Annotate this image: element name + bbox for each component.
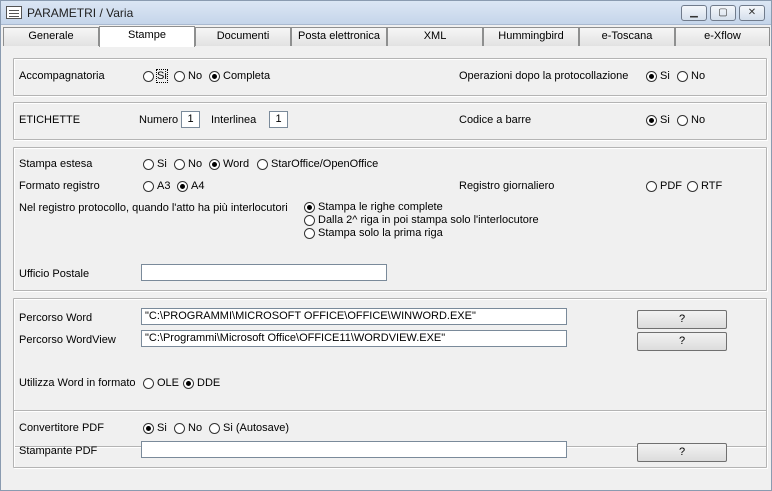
tab-xml[interactable]: XML [387, 27, 483, 46]
percorso-word-field[interactable]: "C:\PROGRAMMI\MICROSOFT OFFICE\OFFICE\WI… [141, 308, 567, 325]
registro-giornaliero-label: Registro giornaliero [459, 180, 555, 192]
maximize-icon: ▢ [718, 7, 728, 18]
convertitore-si-radio[interactable] [143, 423, 154, 434]
codice-barre-no-label: No [691, 114, 706, 126]
percorso-wordview-field[interactable]: "C:\Programmi\Microsoft Office\OFFICE11\… [141, 330, 567, 347]
accompagnatoria-no-label: No [188, 70, 203, 82]
operazioni-no-label: No [691, 70, 706, 82]
convertitore-autosave-radio[interactable] [209, 423, 220, 434]
title-bar: PARAMETRI / Varia ▁ ▢ ✕ [1, 1, 771, 25]
accompagnatoria-si-radio[interactable] [143, 71, 154, 82]
registro-rtf-label: RTF [701, 180, 723, 192]
etichette-label: ETICHETTE [19, 114, 81, 126]
interlocutori-label: Nel registro protocollo, quando l'atto h… [19, 202, 288, 214]
prima-riga-label: Stampa solo la prima riga [318, 227, 443, 239]
registro-pdf-label: PDF [660, 180, 682, 192]
tab-documenti[interactable]: Documenti [195, 27, 291, 46]
convertitore-no-label: No [188, 422, 203, 434]
interlinea-label: Interlinea [211, 114, 257, 126]
word-ole-radio[interactable] [143, 378, 154, 389]
stampa-estesa-si-radio[interactable] [143, 159, 154, 170]
stampa-estesa-label: Stampa estesa [19, 158, 93, 170]
accompagnatoria-no-radio[interactable] [174, 71, 185, 82]
accompagnatoria-completa-label: Completa [223, 70, 271, 82]
tab-strip: Generale Stampe Documenti Posta elettron… [3, 26, 770, 47]
codice-barre-si-radio[interactable] [646, 115, 657, 126]
convertitore-pdf-label: Convertitore PDF [19, 422, 104, 434]
percorso-wordview-label: Percorso WordView [19, 334, 116, 346]
convertitore-no-radio[interactable] [174, 423, 185, 434]
accompagnatoria-label: Accompagnatoria [19, 70, 105, 82]
convertitore-autosave-label: Si (Autosave) [223, 422, 290, 434]
close-icon: ✕ [747, 7, 757, 18]
solo-interlocutore-label: Dalla 2^ riga in poi stampa solo l'inter… [318, 214, 539, 226]
maximize-button[interactable]: ▢ [710, 5, 736, 21]
minimize-icon: ▁ [690, 7, 698, 18]
stampa-estesa-no-radio[interactable] [174, 159, 185, 170]
formato-a3-label: A3 [157, 180, 171, 192]
utilizza-word-label: Utilizza Word in formato [19, 377, 136, 389]
righe-complete-radio[interactable] [304, 202, 315, 213]
window-title: PARAMETRI / Varia [27, 6, 134, 20]
registro-rtf-radio[interactable] [687, 181, 698, 192]
operazioni-si-label: Si [660, 70, 670, 82]
tab-hummingbird[interactable]: Hummingbird [483, 27, 579, 46]
word-ole-label: OLE [157, 377, 180, 389]
numero-field[interactable]: 1 [181, 111, 200, 128]
stampante-pdf-label: Stampante PDF [19, 445, 98, 457]
percorso-word-label: Percorso Word [19, 312, 93, 324]
formato-a4-radio[interactable] [177, 181, 188, 192]
righe-complete-label: Stampa le righe complete [318, 201, 443, 213]
parametri-window: PARAMETRI / Varia ▁ ▢ ✕ Generale Stampe … [0, 0, 772, 491]
tab-e-xflow[interactable]: e-Xflow [675, 27, 770, 46]
word-dde-radio[interactable] [183, 378, 194, 389]
stampa-estesa-staroffice-label: StarOffice/OpenOffice [271, 158, 379, 170]
registro-pdf-radio[interactable] [646, 181, 657, 192]
minimize-button[interactable]: ▁ [681, 5, 707, 21]
stampa-estesa-word-radio[interactable] [209, 159, 220, 170]
operazioni-no-radio[interactable] [677, 71, 688, 82]
formato-a4-label: A4 [191, 180, 205, 192]
convertitore-si-label: Si [157, 422, 167, 434]
stampa-estesa-si-label: Si [157, 158, 167, 170]
solo-interlocutore-radio[interactable] [304, 215, 315, 226]
codice-barre-si-label: Si [660, 114, 670, 126]
operazioni-si-radio[interactable] [646, 71, 657, 82]
tab-posta-elettronica[interactable]: Posta elettronica [291, 27, 387, 46]
ufficio-postale-field[interactable] [141, 264, 387, 281]
tab-generale[interactable]: Generale [3, 27, 99, 46]
close-button[interactable]: ✕ [739, 5, 765, 21]
stampa-estesa-staroffice-radio[interactable] [257, 159, 268, 170]
ufficio-postale-label: Ufficio Postale [19, 268, 90, 280]
percorso-word-browse-button[interactable]: ? [637, 310, 727, 329]
tab-e-toscana[interactable]: e-Toscana [579, 27, 675, 46]
word-dde-label: DDE [197, 377, 221, 389]
interlinea-field[interactable]: 1 [269, 111, 288, 128]
numero-label: Numero [139, 114, 179, 126]
stampante-pdf-field[interactable] [141, 441, 567, 458]
stampa-estesa-no-label: No [188, 158, 203, 170]
operazioni-label: Operazioni dopo la protocollazione [459, 70, 629, 82]
codice-barre-no-radio[interactable] [677, 115, 688, 126]
tab-stampe[interactable]: Stampe [99, 26, 195, 47]
formato-a3-radio[interactable] [143, 181, 154, 192]
prima-riga-radio[interactable] [304, 228, 315, 239]
percorso-wordview-browse-button[interactable]: ? [637, 332, 727, 351]
accompagnatoria-si-label: Si [156, 69, 168, 83]
stampa-estesa-word-label: Word [223, 158, 250, 170]
stampe-panel: Accompagnatoria Si No Completa Operazion… [3, 46, 770, 490]
stampante-pdf-browse-button[interactable]: ? [637, 443, 727, 462]
form-icon [6, 6, 22, 19]
formato-registro-label: Formato registro [19, 180, 100, 192]
accompagnatoria-completa-radio[interactable] [209, 71, 220, 82]
codice-barre-label: Codice a barre [459, 114, 532, 126]
